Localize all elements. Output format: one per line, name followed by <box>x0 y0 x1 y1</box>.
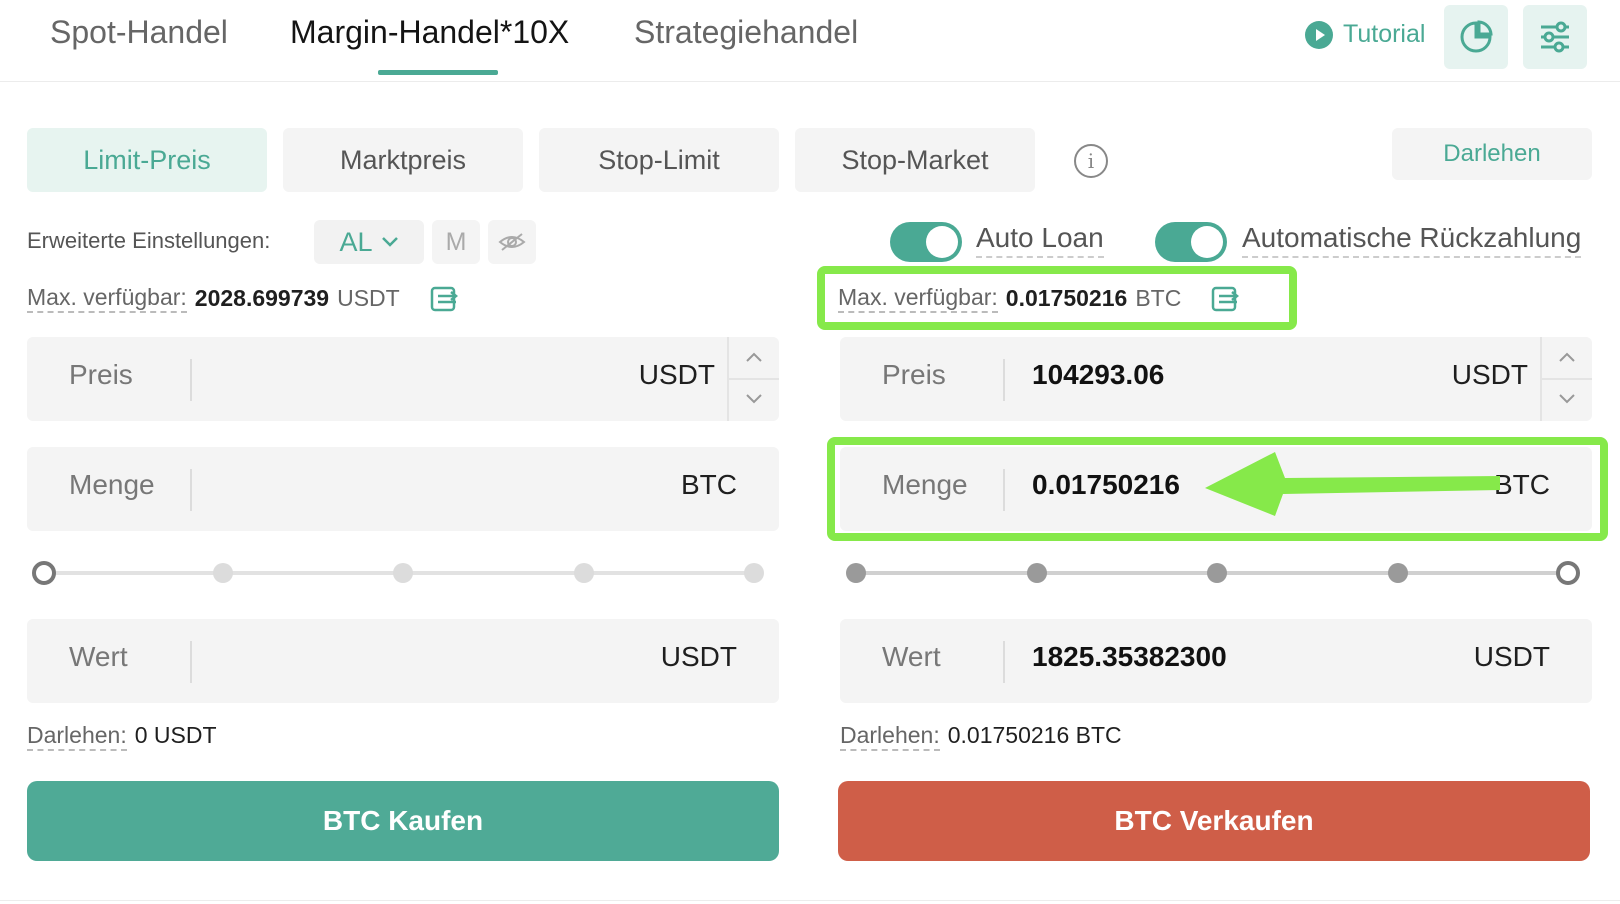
slider-step[interactable] <box>1207 563 1227 583</box>
tab-margin-trading[interactable]: Margin-Handel*10X <box>290 14 569 51</box>
sell-button[interactable]: BTC Verkaufen <box>838 781 1590 861</box>
annotation-arrow-icon <box>1205 452 1500 516</box>
order-type-market[interactable]: Marktpreis <box>283 128 523 192</box>
order-type-stop-market[interactable]: Stop-Market <box>795 128 1035 192</box>
buy-loan-value: 0 USDT <box>134 722 217 748</box>
active-tab-indicator <box>378 70 498 75</box>
slider-handle[interactable] <box>1556 561 1580 585</box>
sell-price-unit: USDT <box>1451 359 1528 390</box>
sell-loan-row: Darlehen: 0.01750216 BTC <box>840 722 1122 751</box>
sell-total-field[interactable]: Wert 1825.35382300 USDT <box>840 619 1592 703</box>
slider-step[interactable] <box>846 563 866 583</box>
chevron-down-icon[interactable] <box>1558 393 1576 405</box>
chevron-up-icon[interactable] <box>1558 351 1576 363</box>
settings-button[interactable] <box>1523 5 1587 69</box>
slider-step[interactable] <box>213 563 233 583</box>
chevron-down-icon <box>381 237 398 247</box>
order-type-limit[interactable]: Limit-Preis <box>27 128 267 192</box>
buy-max-label: Max. verfügbar: <box>27 284 187 313</box>
buy-max-unit: USDT <box>337 285 400 311</box>
sell-price-label: Preis <box>882 359 946 390</box>
buy-amount-slider[interactable] <box>32 561 766 585</box>
slider-step[interactable] <box>32 561 56 585</box>
buy-total-label: Wert <box>69 641 128 672</box>
buy-price-unit: USDT <box>638 359 715 390</box>
transfer-icon[interactable] <box>430 286 458 312</box>
buy-amount-unit: BTC <box>681 469 737 500</box>
buy-loan-label: Darlehen: <box>27 722 127 751</box>
mode-m-button[interactable]: M <box>432 220 480 264</box>
tutorial-link[interactable]: Tutorial <box>1305 20 1425 49</box>
sell-price-stepper[interactable] <box>1540 337 1592 421</box>
buy-price-field[interactable]: Preis USDT <box>27 337 779 421</box>
info-icon[interactable]: i <box>1074 144 1108 178</box>
sell-loan-label: Darlehen: <box>840 722 940 751</box>
eye-off-icon <box>498 233 526 251</box>
sliders-icon <box>1541 21 1569 53</box>
order-type-stop-limit[interactable]: Stop-Limit <box>539 128 779 192</box>
auto-repay-toggle[interactable] <box>1155 222 1227 262</box>
buy-button[interactable]: BTC Kaufen <box>27 781 779 861</box>
auto-loan-label: Auto Loan <box>976 222 1104 258</box>
auto-repay-label: Automatische Rückzahlung <box>1242 222 1582 258</box>
advanced-settings-label: Erweiterte Einstellungen: <box>27 228 271 253</box>
sell-total-label: Wert <box>882 641 941 672</box>
highlight-max-available <box>817 266 1297 330</box>
top-navigation: Spot-Handel Margin-Handel*10X Strategieh… <box>0 0 1620 82</box>
sell-total-value: 1825.35382300 <box>1032 641 1227 672</box>
sell-price-field[interactable]: Preis 104293.06 USDT <box>840 337 1592 421</box>
slider-step[interactable] <box>744 563 764 583</box>
sell-price-value: 104293.06 <box>1032 359 1165 390</box>
loan-button[interactable]: Darlehen <box>1392 128 1592 180</box>
slider-step[interactable] <box>574 563 594 583</box>
buy-total-unit: USDT <box>660 641 737 672</box>
pie-chart-icon <box>1460 20 1493 53</box>
buy-loan-row: Darlehen: 0 USDT <box>27 722 217 751</box>
play-icon <box>1305 20 1333 49</box>
tab-strategy-trading[interactable]: Strategiehandel <box>634 14 858 51</box>
buy-price-stepper[interactable] <box>727 337 779 421</box>
chevron-up-icon[interactable] <box>745 351 763 363</box>
buy-max-value: 2028.699739 <box>194 285 330 311</box>
tutorial-label: Tutorial <box>1343 20 1426 48</box>
sell-loan-value: 0.01750216 BTC <box>947 722 1122 748</box>
buy-amount-field[interactable]: Menge BTC <box>27 447 779 531</box>
buy-price-label: Preis <box>69 359 133 390</box>
buy-max-available: Max. verfügbar: 2028.699739 USDT <box>27 284 458 313</box>
tab-spot-trading[interactable]: Spot-Handel <box>50 14 228 51</box>
auto-loan-toggle[interactable] <box>890 222 962 262</box>
sell-amount-slider[interactable] <box>846 561 1580 585</box>
divider <box>0 900 1620 901</box>
chart-button[interactable] <box>1444 5 1508 69</box>
slider-step[interactable] <box>1388 563 1408 583</box>
chevron-down-icon[interactable] <box>745 393 763 405</box>
hide-button[interactable] <box>488 220 536 264</box>
slider-step[interactable] <box>1027 563 1047 583</box>
mode-select[interactable]: AL <box>314 220 424 264</box>
buy-total-field[interactable]: Wert USDT <box>27 619 779 703</box>
slider-step[interactable] <box>393 563 413 583</box>
buy-amount-label: Menge <box>69 469 155 500</box>
mode-value: AL <box>339 226 373 257</box>
sell-total-unit: USDT <box>1473 641 1550 672</box>
